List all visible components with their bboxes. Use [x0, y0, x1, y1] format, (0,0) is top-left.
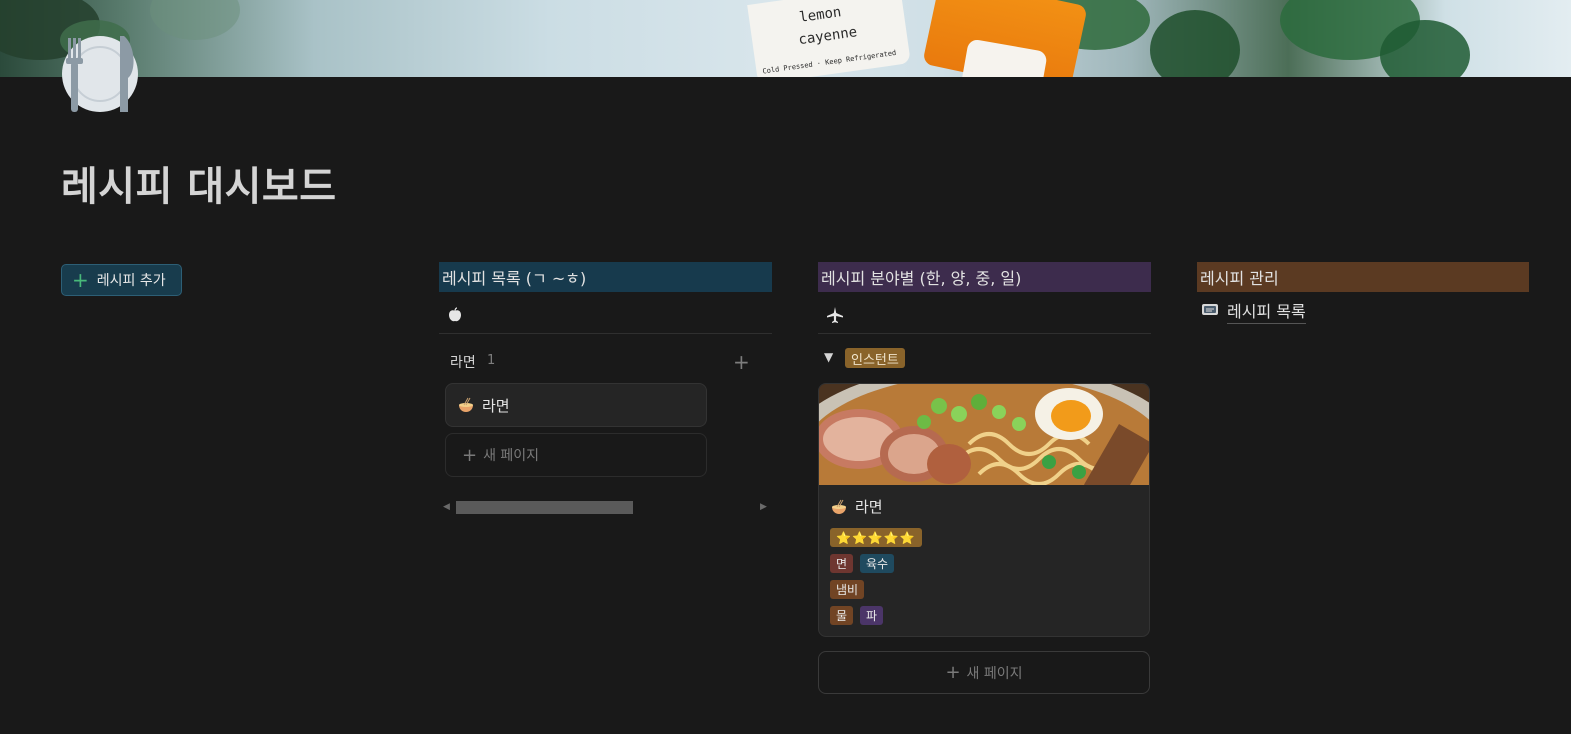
plate-fork-knife-icon[interactable] — [58, 32, 142, 116]
new-page-label: 새 페이지 — [483, 448, 540, 464]
scroll-right-arrow[interactable]: ▶ — [760, 502, 767, 512]
plus-icon: + — [72, 268, 89, 292]
tag-noodle: 면 — [830, 554, 854, 573]
page-title: 레시피 대시보드 — [61, 164, 337, 210]
recipe-list-link[interactable]: 레시피 목록 — [1201, 298, 1306, 324]
new-page-button[interactable]: + 새 페이지 — [818, 651, 1150, 694]
ramen-icon — [831, 499, 847, 515]
bottle-label: lemon cayenne Cold Pressed · Keep Refrig… — [747, 0, 911, 77]
rating-stars: ⭐⭐⭐⭐⭐ — [830, 528, 922, 547]
tag-pot: 냄비 — [830, 580, 865, 599]
recipe-card[interactable]: 라면 — [445, 383, 707, 427]
list-view-tab[interactable] — [439, 300, 772, 334]
cover-label-small: Cold Pressed · Keep Refrigerated — [762, 48, 897, 76]
apple-icon — [447, 306, 463, 327]
add-recipe-button[interactable]: + 레시피 추가 — [61, 264, 182, 296]
group-tag-instant: 인스턴트 — [845, 348, 905, 368]
recipe-category-header: 레시피 분야별 (한, 양, 중, 일) — [818, 262, 1151, 292]
recipe-card-title: 라면 — [482, 396, 510, 415]
recipe-list-link-label: 레시피 목록 — [1227, 298, 1306, 324]
plus-icon: + — [945, 662, 961, 683]
group-count: 1 — [487, 353, 496, 368]
group-add-button[interactable]: + — [733, 350, 750, 374]
tag-water: 물 — [830, 606, 854, 625]
gallery-view-tab[interactable] — [818, 300, 1151, 334]
new-page-button[interactable]: + 새 페이지 — [445, 433, 707, 477]
tag-broth: 육수 — [860, 554, 895, 573]
gallery-card[interactable]: 라면 ⭐⭐⭐⭐⭐ 면 육수 냄비 물 파 — [818, 383, 1150, 637]
group-label: 라면 — [450, 355, 476, 371]
ramen-icon — [458, 397, 474, 413]
recipe-manage-header: 레시피 관리 — [1197, 262, 1529, 292]
scroll-left-arrow[interactable]: ◀ — [443, 502, 450, 512]
cookbook-icon — [1201, 301, 1219, 321]
ramen-cover-image — [819, 384, 1149, 485]
cover-image[interactable]: lemon cayenne Cold Pressed · Keep Refrig… — [0, 0, 1571, 77]
new-page-label: 새 페이지 — [966, 665, 1023, 682]
group-toggle-triangle-icon[interactable]: ▼ — [824, 350, 833, 364]
cover-label-line1: lemon — [798, 4, 843, 26]
recipe-list-header: 레시피 목록 (ㄱ ~ㅎ) — [439, 262, 772, 292]
plus-icon: + — [462, 444, 478, 466]
tag-green-onion: 파 — [860, 606, 884, 625]
gallery-card-title: 라면 — [855, 498, 883, 516]
gallery-card-title-row: 라면 — [831, 496, 883, 517]
cover-label-line2: cayenne — [797, 24, 859, 49]
horizontal-scrollbar[interactable] — [456, 501, 633, 514]
airplane-icon — [826, 306, 844, 328]
add-recipe-label: 레시피 추가 — [96, 273, 166, 289]
